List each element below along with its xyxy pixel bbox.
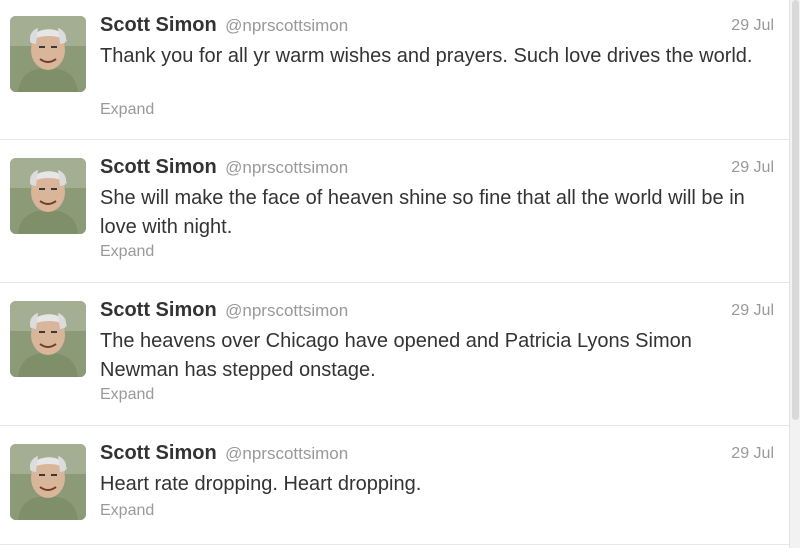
author-name[interactable]: Scott Simon bbox=[100, 14, 217, 36]
tweet-text: She will make the face of heaven shine s… bbox=[100, 187, 745, 238]
tweet-timeline: Scott Simon @nprscottsimon 29 Jul Thank … bbox=[0, 0, 800, 548]
avatar-image bbox=[10, 444, 86, 520]
scrollbar[interactable] bbox=[789, 0, 800, 548]
avatar-image bbox=[10, 301, 86, 377]
author-username[interactable]: @nprscottsimon bbox=[225, 444, 348, 463]
expand-link[interactable]: Expand bbox=[100, 243, 154, 261]
tweet-text: Heart rate dropping. Heart dropping. bbox=[100, 473, 422, 495]
author-username[interactable]: @nprscottsimon bbox=[225, 301, 348, 320]
avatar-image bbox=[10, 16, 86, 92]
tweet-timestamp[interactable]: 29 Jul bbox=[731, 159, 774, 177]
author-name[interactable]: Scott Simon bbox=[100, 299, 217, 321]
avatar[interactable] bbox=[10, 16, 86, 92]
tweet-timestamp[interactable]: 29 Jul bbox=[731, 445, 774, 463]
tweet-header: Scott Simon @nprscottsimon 29 Jul bbox=[100, 156, 774, 182]
tweet-header: Scott Simon @nprscottsimon 29 Jul bbox=[100, 442, 774, 468]
author-name[interactable]: Scott Simon bbox=[100, 442, 217, 464]
tweet-text: The heavens over Chicago have opened and… bbox=[100, 330, 692, 381]
tweet-item[interactable]: Scott Simon @nprscottsimon 29 Jul Heart … bbox=[0, 428, 790, 545]
avatar[interactable] bbox=[10, 444, 86, 520]
tweet-item[interactable]: Scott Simon @nprscottsimon 29 Jul She wi… bbox=[0, 142, 790, 283]
author-name[interactable]: Scott Simon bbox=[100, 156, 217, 178]
author-username[interactable]: @nprscottsimon bbox=[225, 158, 348, 177]
tweet-text: Thank you for all yr warm wishes and pra… bbox=[100, 45, 753, 67]
tweet-timestamp[interactable]: 29 Jul bbox=[731, 17, 774, 35]
tweet-header: Scott Simon @nprscottsimon 29 Jul bbox=[100, 14, 774, 40]
avatar[interactable] bbox=[10, 158, 86, 234]
tweet-item[interactable]: Scott Simon @nprscottsimon 29 Jul Thank … bbox=[0, 0, 790, 140]
tweet-item[interactable]: Scott Simon @nprscottsimon 29 Jul The he… bbox=[0, 285, 790, 426]
tweet-timestamp[interactable]: 29 Jul bbox=[731, 302, 774, 320]
scrollbar-thumb[interactable] bbox=[792, 0, 799, 420]
avatar[interactable] bbox=[10, 301, 86, 377]
expand-link[interactable]: Expand bbox=[100, 101, 154, 119]
avatar-image bbox=[10, 158, 86, 234]
tweet-header: Scott Simon @nprscottsimon 29 Jul bbox=[100, 299, 774, 325]
expand-link[interactable]: Expand bbox=[100, 386, 154, 404]
expand-link[interactable]: Expand bbox=[100, 502, 154, 520]
author-username[interactable]: @nprscottsimon bbox=[225, 16, 348, 35]
